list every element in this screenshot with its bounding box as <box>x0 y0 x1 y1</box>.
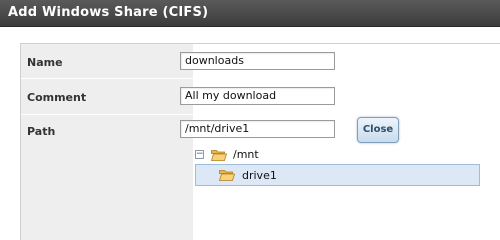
tree-node-label: drive1 <box>242 169 277 182</box>
row-divider <box>21 114 500 115</box>
name-label: Name <box>27 56 63 69</box>
comment-label: Comment <box>27 91 87 104</box>
folder-open-icon <box>219 170 235 181</box>
tree-node-drive1[interactable]: drive1 <box>195 164 480 186</box>
name-field[interactable]: downloads <box>180 52 335 70</box>
path-label: Path <box>27 125 56 138</box>
share-form: Name Comment Path <box>20 43 500 240</box>
tree-node-label: /mnt <box>233 148 259 161</box>
label-column <box>21 44 193 240</box>
folder-open-icon <box>211 150 227 161</box>
collapse-toggle-icon[interactable]: − <box>195 150 204 159</box>
comment-field[interactable]: All my download <box>180 87 335 105</box>
row-divider <box>21 78 500 79</box>
dialog-titlebar: Add Windows Share (CIFS) <box>0 0 500 27</box>
close-button[interactable]: Close <box>357 117 399 143</box>
path-field[interactable]: /mnt/drive1 <box>180 120 335 138</box>
dialog-title: Add Windows Share (CIFS) <box>8 5 209 20</box>
dialog-body: Name Comment Path downloads All my downl… <box>0 27 500 240</box>
